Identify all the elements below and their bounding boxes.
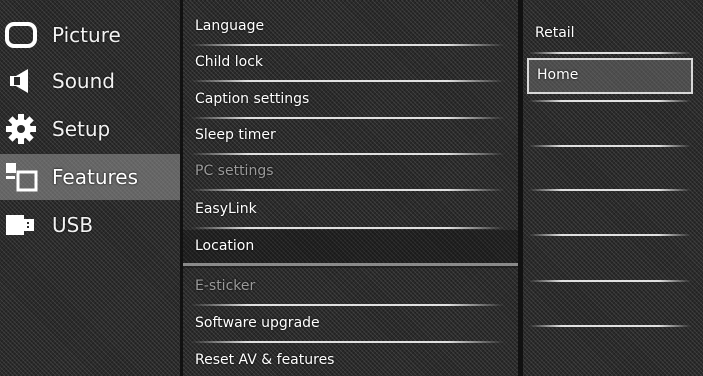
separator [191,227,504,229]
separator [529,189,691,191]
submenu-item-label: Sleep timer [195,127,276,143]
features-icon [0,157,42,197]
usb-icon [0,205,42,245]
menu-item-label: Features [52,165,138,189]
option-home[interactable]: Home [527,58,693,94]
menu-item-usb[interactable]: USB [0,202,180,248]
menu-item-label: Sound [52,69,115,93]
menu-item-features[interactable]: Features [0,154,180,200]
menu-item-picture[interactable]: Picture [0,12,180,58]
menu-item-sound[interactable]: Sound [0,58,180,104]
option-label: Retail [535,25,575,41]
separator [529,100,691,102]
submenu-item-label: Language [195,18,265,34]
submenu-item-label: E-sticker [195,278,256,294]
submenu-item-label: Caption settings [195,91,310,107]
submenu-item-label: PC settings [195,163,274,179]
submenu-item-software-upgrade[interactable]: Software upgrade [183,307,518,345]
submenu-item-sleep-timer[interactable]: Sleep timer [183,119,518,157]
location-options: Retail Home [523,0,703,376]
separator [191,189,504,191]
separator [529,145,691,147]
submenu-item-label: Child lock [195,54,264,70]
separator [191,80,504,82]
menu-item-label: USB [52,213,94,237]
submenu-item-label: Reset AV & features [195,352,335,368]
menu-item-label: Picture [52,23,121,47]
submenu-item-caption-settings[interactable]: Caption settings [183,83,518,121]
main-menu: Picture Sound Setup Features USB [0,0,180,376]
submenu-item-e-sticker: E-sticker [183,270,518,308]
menu-item-label: Setup [52,117,111,141]
separator [529,325,691,327]
submenu-item-language[interactable]: Language [183,10,518,48]
option-retail[interactable]: Retail [523,16,699,52]
submenu-item-pc-settings: PC settings [183,155,518,193]
submenu-item-label: Software upgrade [195,315,320,331]
separator [191,341,504,343]
sound-icon [0,61,42,101]
submenu-item-location[interactable]: Location [183,230,518,268]
separator [191,304,504,306]
menu-item-setup[interactable]: Setup [0,106,180,152]
setup-gear-icon [0,109,42,149]
selection-underline [183,263,518,266]
submenu-item-label: EasyLink [195,201,257,217]
submenu-item-label: Location [195,238,255,254]
separator [529,280,691,282]
option-label: Home [537,67,579,83]
picture-icon [0,15,42,55]
submenu-item-child-lock[interactable]: Child lock [183,46,518,84]
separator [529,234,691,236]
submenu-item-easylink[interactable]: EasyLink [183,193,518,231]
features-submenu: Language Child lock Caption settings Sle… [183,0,518,376]
separator [529,52,691,54]
submenu-item-reset-av-features[interactable]: Reset AV & features [183,344,518,376]
